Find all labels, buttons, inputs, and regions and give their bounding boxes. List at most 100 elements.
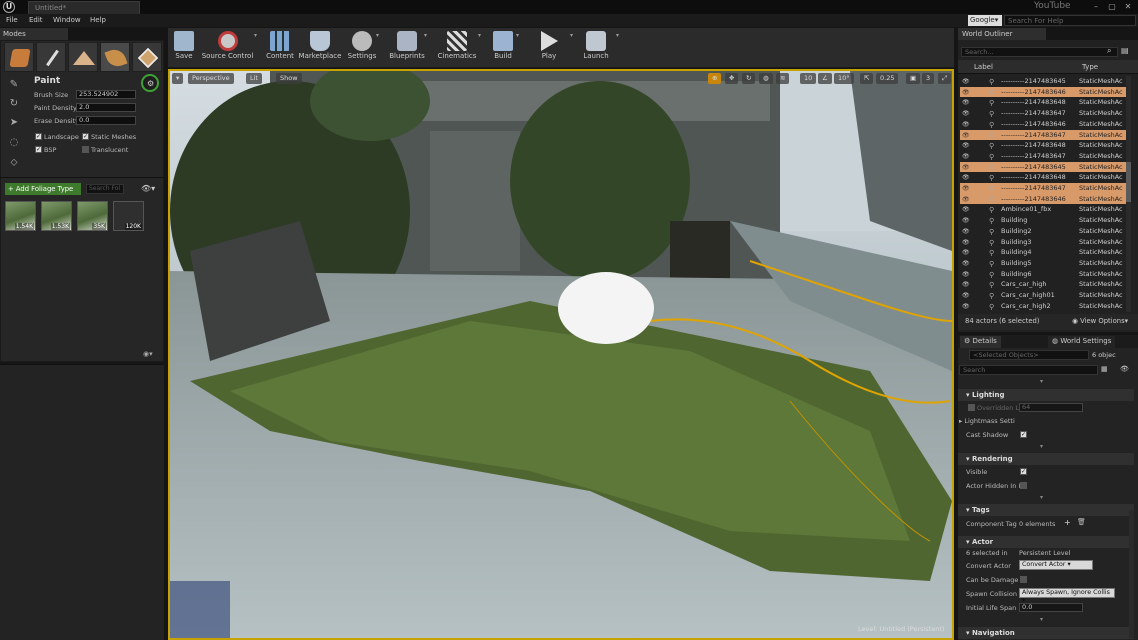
grid-snap-value[interactable]: 10 (800, 73, 817, 84)
static-meshes-checkbox[interactable] (82, 133, 89, 140)
lit-button[interactable]: Lit (246, 73, 262, 84)
mode-place[interactable] (4, 42, 34, 72)
override-checkbox[interactable] (968, 404, 975, 411)
launch-button[interactable]: Launch (580, 29, 612, 67)
mode-foliage[interactable] (100, 42, 130, 72)
visibility-eye-icon[interactable]: 👁 (962, 302, 970, 310)
expand-arrow-icon[interactable]: ▾ (1040, 443, 1043, 450)
cinematics-button[interactable]: Cinematics (436, 29, 478, 67)
expand-arrow-icon[interactable]: ▾ (1040, 378, 1043, 385)
play-button[interactable]: Play (533, 29, 565, 67)
label-column-header[interactable]: Label (974, 63, 993, 71)
lighting-row1-field[interactable]: 64 (1019, 403, 1083, 412)
dropdown-arrow-icon[interactable]: ▾ (478, 32, 486, 39)
outliner-row[interactable]: 👁 ⚲ Cars_car_high StaticMeshAc (960, 279, 1126, 290)
blueprints-button[interactable]: Blueprints (388, 29, 426, 67)
dropdown-arrow-icon[interactable]: ▾ (424, 32, 432, 39)
can-be-damaged-checkbox[interactable] (1020, 576, 1027, 583)
outliner-row[interactable]: 👁 ⚲ ----------2147483647 StaticMeshAc (960, 129, 1126, 141)
navigation-section[interactable]: ▾ Navigation (958, 627, 1134, 639)
outliner-row[interactable]: 👁 ⚲ ----------2147483648 StaticMeshAc (960, 140, 1126, 151)
camera-speed-value[interactable]: 3 (922, 73, 935, 84)
translucent-checkbox[interactable] (82, 146, 89, 153)
visibility-eye-icon[interactable]: 👁 (962, 88, 970, 96)
visibility-eye-icon[interactable]: 👁 (962, 216, 970, 224)
marketplace-button[interactable]: Marketplace (298, 29, 342, 67)
perspective-button[interactable]: Perspective (188, 73, 234, 84)
trash-icon[interactable]: 🗑 (1077, 518, 1086, 526)
world-settings-tab[interactable]: ◍ World Settings (1048, 336, 1116, 348)
view-options-button[interactable]: ◉ View Options▾ (1072, 317, 1128, 325)
outliner-row[interactable]: 👁 ⚲ ----------2147483646 StaticMeshAc (960, 193, 1126, 205)
dropdown-arrow-icon[interactable]: ▾ (616, 32, 624, 39)
viewport-options-button[interactable]: ▾ (172, 73, 184, 84)
property-matrix-icon[interactable]: ▦ (1101, 365, 1108, 373)
eye-icon[interactable]: 👁 (1120, 365, 1129, 373)
outliner-row[interactable]: 👁 ⚲ Building2 StaticMeshAc (960, 226, 1126, 237)
rotation-snap-value[interactable]: 10° (834, 73, 854, 84)
save-button[interactable]: Save (170, 29, 198, 67)
lighting-section[interactable]: ▾ Lighting (958, 389, 1134, 401)
visibility-eye-icon[interactable]: 👁 (962, 248, 970, 256)
outliner-settings-icon[interactable]: ▤ (1121, 46, 1129, 55)
paint-tool-icon[interactable]: ✎ (7, 79, 21, 93)
type-column-header[interactable]: Type (1082, 63, 1098, 71)
select-tool-icon[interactable]: ➤ (7, 117, 21, 131)
surface-snap-icon[interactable]: ≋ (776, 73, 790, 84)
visibility-eye-icon[interactable]: 👁 (962, 163, 970, 171)
visibility-eye-icon[interactable]: 👁 (962, 131, 970, 139)
maximize-viewport-icon[interactable]: ⤢ (938, 73, 952, 84)
outliner-row[interactable]: 👁 ⚲ Cars_car_high01 StaticMeshAc (960, 290, 1126, 301)
transform-toggle-icon[interactable]: ⊕ (708, 73, 722, 84)
rendering-section[interactable]: ▾ Rendering (958, 453, 1134, 465)
scale-snap-value[interactable]: 0.25 (876, 73, 899, 84)
foliage-thumb-3[interactable]: 35K (77, 201, 108, 231)
lasso-tool-icon[interactable]: ◌ (7, 137, 21, 151)
visibility-eye-icon[interactable]: 👁 (962, 195, 970, 203)
rotation-snap-icon[interactable]: ∠ (818, 73, 832, 84)
convert-actor-dropdown[interactable]: Convert Actor ▾ (1019, 560, 1093, 570)
fill-tool-icon[interactable]: ⬦ (7, 157, 21, 171)
settings-button[interactable]: Settings (345, 29, 379, 67)
menu-file[interactable]: File (6, 16, 18, 24)
visibility-eye-icon[interactable]: 👁 (962, 141, 970, 149)
visibility-eye-icon[interactable]: 👁 (962, 77, 970, 85)
content-button[interactable]: Content (264, 29, 296, 67)
expand-arrow-icon[interactable]: ▾ (1040, 616, 1043, 623)
outliner-row[interactable]: 👁 ⚲ Building StaticMeshAc (960, 215, 1126, 226)
outliner-row[interactable]: 👁 ⚲ ----------2147483648 StaticMeshAc (960, 172, 1126, 183)
help-search-input[interactable]: Search For Help (1004, 15, 1136, 26)
scale-snap-icon[interactable]: ⇱ (860, 73, 874, 84)
outliner-row[interactable]: 👁 ⚲ ----------2147483646 StaticMeshAc (960, 86, 1126, 98)
move-icon[interactable]: ✥ (725, 73, 739, 84)
foliage-settings-button[interactable]: ⚙ (141, 74, 159, 92)
mode-landscape[interactable] (68, 42, 98, 72)
document-tab[interactable]: Untitled* (28, 1, 140, 14)
panel-options-icon[interactable]: ◉▾ (143, 350, 153, 358)
rotate-icon[interactable]: ↻ (742, 73, 756, 84)
outliner-row[interactable]: 👁 ⚲ ----------2147483647 StaticMeshAc (960, 108, 1126, 119)
menu-help[interactable]: Help (90, 16, 106, 24)
foliage-search-input[interactable]: Search Fol (86, 184, 124, 194)
dropdown-arrow-icon[interactable]: ▾ (516, 32, 524, 39)
brush-size-field[interactable]: 253.524902 (76, 90, 136, 99)
level-viewport[interactable] (168, 69, 954, 640)
world-outliner-tab[interactable]: World Outliner (958, 28, 1046, 40)
cast-shadow-checkbox[interactable] (1020, 431, 1027, 438)
visibility-eye-icon[interactable]: 👁 (962, 205, 970, 213)
dropdown-arrow-icon[interactable]: ▾ (254, 32, 262, 39)
visibility-eye-icon[interactable]: 👁 (962, 238, 970, 246)
visibility-eye-icon[interactable]: 👁 (962, 98, 970, 106)
outliner-row[interactable]: 👁 ⚲ Building4 StaticMeshAc (960, 247, 1126, 258)
foliage-thumb-1[interactable]: 1.54K (5, 201, 36, 231)
outliner-row[interactable]: 👁 ⚲ ----------2147483648 StaticMeshAc (960, 97, 1126, 108)
visibility-eye-icon[interactable]: 👁 (962, 259, 970, 267)
details-scrollbar[interactable] (1129, 510, 1134, 638)
modes-tab[interactable]: Modes (0, 28, 68, 40)
details-search-input[interactable]: Search (959, 365, 1098, 375)
outliner-row[interactable]: 👁 ⚲ ----------2147483645 StaticMeshAc (960, 76, 1126, 87)
close-icon[interactable]: ✕ (1121, 1, 1135, 12)
expand-arrow-icon[interactable]: ▾ (1040, 494, 1043, 501)
outliner-scrollbar[interactable] (1126, 76, 1131, 312)
visible-checkbox[interactable] (1020, 468, 1027, 475)
